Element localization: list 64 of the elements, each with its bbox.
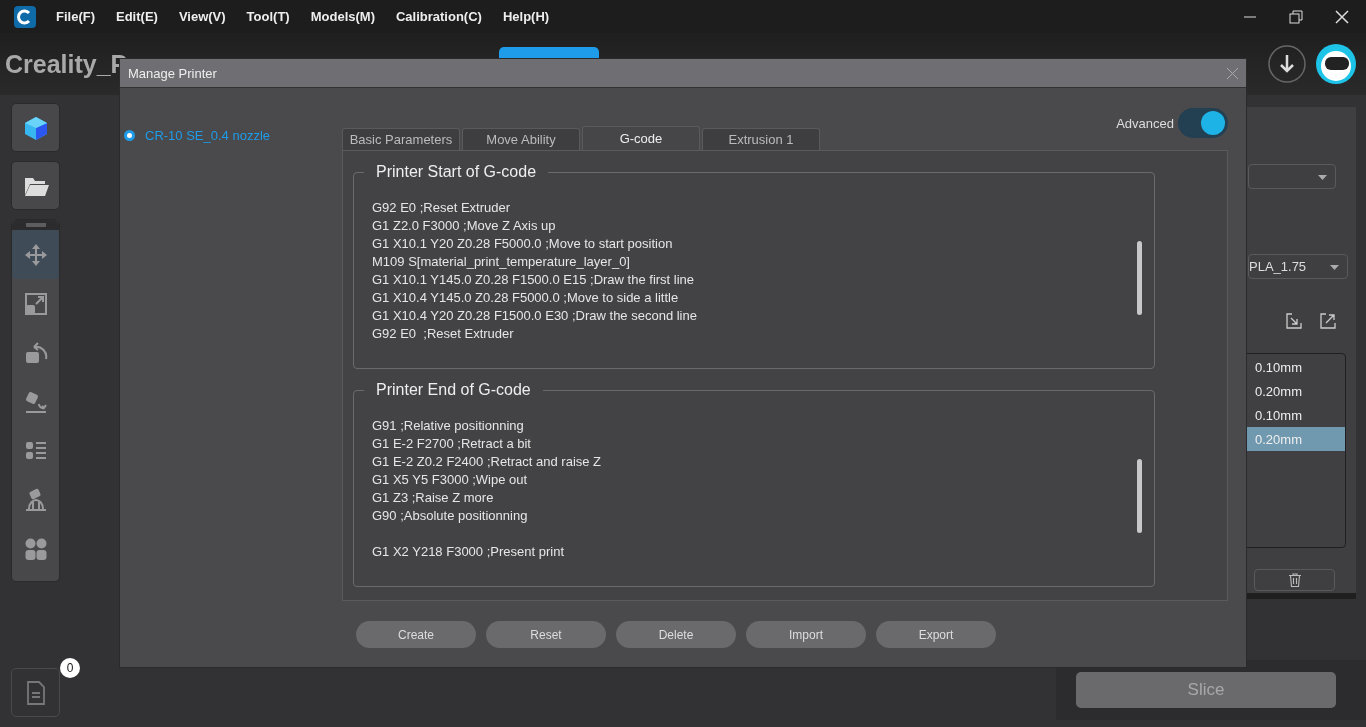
import-icon[interactable] — [1286, 313, 1302, 329]
drag-handle-icon[interactable] — [25, 223, 46, 227]
material-dropdown[interactable]: PLA_1.75 — [1248, 254, 1348, 279]
menu-item[interactable]: Tool(T) — [246, 9, 290, 24]
rotate-tool-icon — [23, 340, 48, 365]
gcode-editor[interactable] — [353, 381, 1155, 587]
menu-item[interactable]: File(F) — [56, 9, 95, 24]
action-button[interactable]: Create — [356, 621, 476, 648]
code-line: G1 E-2 F2700 ;Retract a bit — [372, 435, 531, 453]
avatar-icon[interactable] — [1316, 44, 1356, 84]
support-tool-icon — [23, 487, 48, 512]
code-line: G1 X10.1 Y20 Z0.28 F5000.0 ;Move to start position — [372, 235, 673, 253]
code-line: G92 E0 ;Reset Extruder — [372, 325, 514, 343]
model-library-button[interactable] — [11, 103, 60, 152]
app-logo-icon — [14, 5, 36, 28]
gcode-editor[interactable] — [353, 163, 1155, 369]
action-button[interactable]: Import — [746, 621, 866, 648]
action-button[interactable]: Delete — [616, 621, 736, 648]
code-line: G1 E-2 Z0.2 F2400 ;Retract and raise Z — [372, 453, 602, 471]
dialog-title: Manage Printer — [128, 65, 217, 81]
tab[interactable]: Extrusion 1 — [702, 128, 820, 150]
caret-icon — [1330, 265, 1339, 270]
menu-item[interactable]: View(V) — [178, 9, 226, 24]
group-title: Printer End of G-code — [375, 381, 532, 399]
tool-button[interactable] — [12, 230, 59, 279]
tab[interactable]: Basic Parameters — [342, 128, 460, 150]
delete-button[interactable] — [1254, 569, 1335, 591]
move-tool-icon — [23, 242, 48, 267]
code-line: G1 X2 Y218 F3000 ;Present print — [372, 543, 564, 561]
code-line: M109 S[material_print_temperature_layer_0] — [372, 253, 630, 271]
tab[interactable]: G-code — [582, 126, 700, 150]
scrollbar[interactable] — [1137, 241, 1142, 315]
code-line: G1 X10.4 Y20 Z0.28 F1500.0 E30 ;Draw the second line — [372, 307, 697, 325]
group-title: Printer Start of G-code — [375, 163, 538, 181]
arrange-tool-icon — [23, 536, 48, 561]
open-folder-button[interactable] — [11, 161, 60, 210]
file-list-button[interactable] — [11, 668, 60, 717]
restore-icon[interactable] — [1288, 8, 1304, 25]
menu-item[interactable]: Calibration(C) — [395, 9, 482, 24]
code-line: G1 Z2.0 F3000 ;Move Z Axis up — [372, 217, 556, 235]
menu-item[interactable]: Edit(E) — [116, 9, 158, 24]
code-line: G1 Z3 ;Raise Z more — [372, 489, 494, 507]
action-button[interactable]: Reset — [486, 621, 606, 648]
code-line: G1 X10.1 Y145.0 Z0.28 F1500.0 E15 ;Draw the first line — [372, 271, 695, 289]
menu-item[interactable]: Help(H) — [502, 9, 550, 24]
scrollbar[interactable] — [1137, 459, 1142, 533]
action-button[interactable]: Export — [876, 621, 996, 648]
menu-item[interactable]: Models(M) — [310, 9, 375, 24]
code-line: G91 ;Relative positionning — [372, 417, 524, 435]
caret-icon — [1318, 175, 1327, 180]
lay-tool-icon — [23, 389, 48, 414]
advanced-label: Advanced — [1116, 115, 1174, 131]
download-icon[interactable] — [1268, 45, 1306, 83]
code-line: G92 E0 ;Reset Extruder — [372, 199, 510, 217]
code-line: G90 ;Absolute positionning — [372, 507, 528, 525]
count-badge: 0 — [60, 658, 80, 678]
code-line: G1 X5 Y5 F3000 ;Wipe out — [372, 471, 528, 489]
tab[interactable]: Move Ability — [462, 128, 580, 150]
export-icon[interactable] — [1320, 313, 1336, 329]
scale-tool-icon — [23, 291, 48, 316]
document-icon — [25, 680, 46, 705]
code-line: G1 X10.4 Y145.0 Z0.28 F5000.0 ;Move to side a little — [372, 289, 679, 307]
trash-icon — [1288, 573, 1301, 587]
advanced-toggle[interactable] — [1178, 108, 1228, 138]
